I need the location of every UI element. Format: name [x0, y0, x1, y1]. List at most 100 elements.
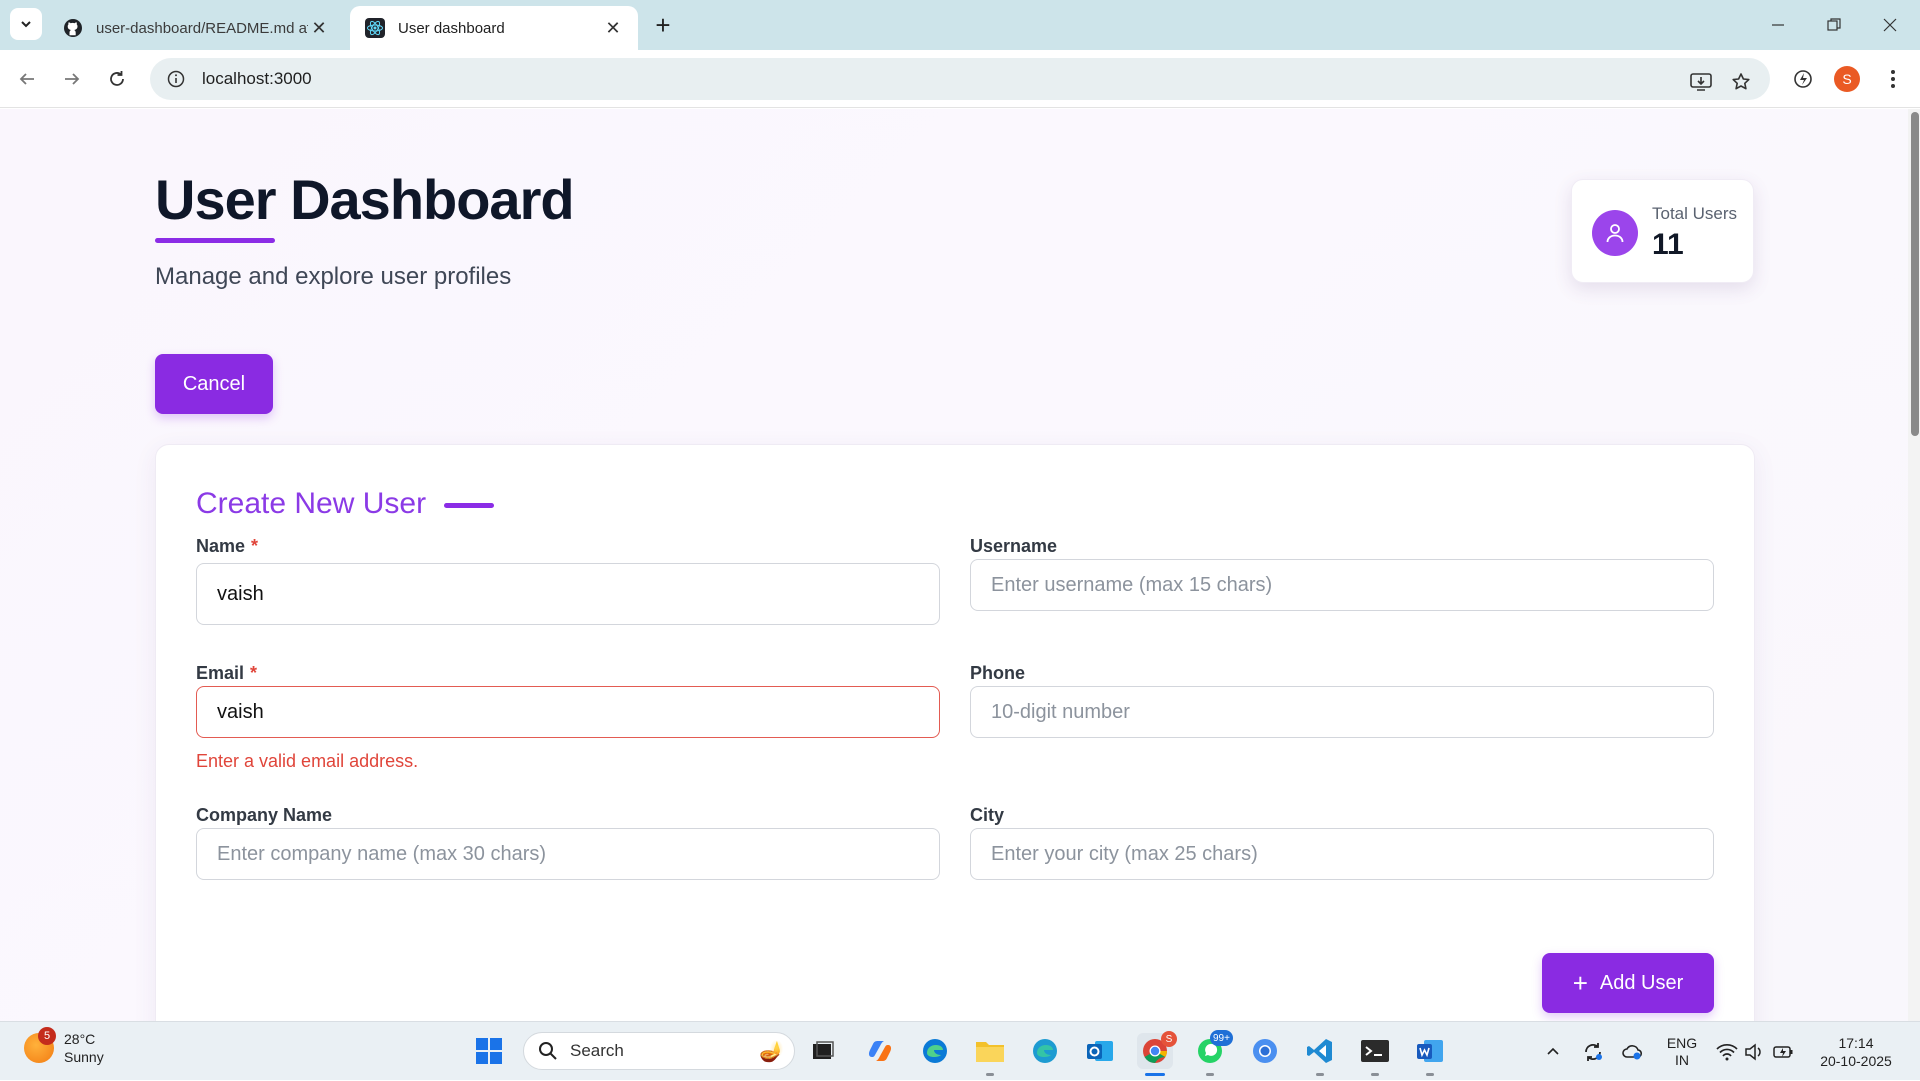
clock-time: 17:14: [1838, 1034, 1874, 1051]
active-indicator: [1145, 1073, 1165, 1076]
user-icon: [1592, 210, 1638, 256]
taskbar-search[interactable]: Search 🪔: [523, 1032, 795, 1070]
install-app-icon[interactable]: [1686, 67, 1716, 97]
battery-charging-icon: [1773, 1045, 1793, 1058]
page-content: User Dashboard Manage and explore user p…: [0, 109, 1908, 1021]
close-icon: [1883, 18, 1897, 32]
browser-tab-bar: user-dashboard/README.md at ✕ User dashb…: [0, 0, 1920, 50]
whatsapp-badge: 99+: [1210, 1030, 1233, 1046]
form-title: Create New User: [196, 487, 427, 520]
arrow-left-icon: [19, 73, 34, 85]
word-icon: [1417, 1040, 1443, 1062]
site-info-icon[interactable]: [166, 69, 186, 89]
required-marker: *: [250, 663, 258, 683]
window-close-button[interactable]: [1862, 0, 1918, 50]
new-tab-button[interactable]: +: [648, 10, 678, 40]
chrome-button[interactable]: S: [1137, 1031, 1177, 1069]
page-title: User Dashboard: [155, 168, 575, 231]
restore-button[interactable]: [1806, 0, 1862, 50]
name-label-text: Name: [196, 536, 246, 556]
tab-search-button[interactable]: [10, 8, 42, 40]
minimize-button[interactable]: [1750, 0, 1806, 50]
create-user-form: Create New User Name* Username Email* En…: [155, 444, 1755, 1021]
email-input[interactable]: [196, 686, 940, 738]
close-icon[interactable]: ✕: [308, 17, 330, 39]
network-settings-tray-icon[interactable]: [1618, 1022, 1648, 1081]
company-label: Company Name: [196, 805, 333, 825]
copilot-button[interactable]: [862, 1033, 898, 1069]
address-bar[interactable]: localhost:3000: [150, 58, 1770, 100]
github-icon: [62, 17, 84, 39]
whatsapp-button[interactable]: 99+: [1192, 1030, 1233, 1069]
show-hidden-icons[interactable]: [1538, 1022, 1568, 1081]
tab-readme[interactable]: user-dashboard/README.md at ✕: [48, 6, 344, 50]
file-explorer-button[interactable]: [972, 1033, 1008, 1069]
email-label-text: Email: [196, 663, 245, 683]
start-button[interactable]: [471, 1033, 507, 1069]
diwali-lamp-icon: 🪔: [759, 1040, 784, 1063]
name-input[interactable]: [196, 563, 940, 625]
stat-value: 11: [1652, 228, 1684, 261]
task-view-button[interactable]: [805, 1033, 841, 1069]
copilot-icon: [868, 1041, 892, 1061]
forward-button[interactable]: [55, 62, 89, 96]
scrollbar-thumb[interactable]: [1911, 112, 1919, 436]
tab-title: user-dashboard/README.md at: [96, 19, 308, 37]
form-title-accent: [444, 503, 494, 508]
vscode-icon: [1307, 1039, 1332, 1063]
wifi-tray-icon[interactable]: [1712, 1022, 1742, 1081]
phone-label: Phone: [970, 663, 1026, 683]
running-indicator: [986, 1073, 994, 1076]
restore-icon: [1827, 18, 1841, 31]
search-icon: [539, 1042, 557, 1060]
volume-tray-icon[interactable]: [1740, 1022, 1768, 1081]
reload-icon: [110, 71, 124, 86]
running-indicator: [1206, 1073, 1214, 1076]
windows-icon: [476, 1038, 502, 1064]
outlook-button[interactable]: [1082, 1033, 1118, 1069]
email-error-message: Enter a valid email address.: [196, 751, 419, 771]
title-underline: [155, 238, 275, 243]
company-input[interactable]: [196, 828, 940, 880]
email-label: Email *: [196, 663, 257, 684]
chromium-button[interactable]: [1247, 1033, 1283, 1069]
terminal-button[interactable]: [1357, 1033, 1393, 1069]
weather-temp: 28°C: [64, 1031, 96, 1047]
edge-beta-button[interactable]: [1027, 1033, 1063, 1069]
chevron-up-icon: [1547, 1047, 1559, 1055]
username-label: Username: [970, 536, 1058, 556]
profile-button[interactable]: S: [1830, 62, 1864, 96]
reload-button[interactable]: [100, 62, 134, 96]
language-indicator[interactable]: ENG IN: [1664, 1022, 1700, 1081]
sync-tray-icon[interactable]: [1578, 1022, 1608, 1081]
running-indicator: [1426, 1073, 1434, 1076]
cancel-button[interactable]: Cancel: [155, 354, 273, 414]
vscode-button[interactable]: [1302, 1033, 1338, 1069]
weather-badge: 5: [38, 1027, 56, 1045]
folder-icon: [976, 1042, 1004, 1062]
chromium-icon: [1253, 1039, 1277, 1063]
wifi-icon: [1716, 1043, 1738, 1060]
task-view-icon: [813, 1041, 834, 1059]
extensions-button[interactable]: [1786, 62, 1820, 96]
city-input[interactable]: [970, 828, 1714, 880]
phone-input[interactable]: [970, 686, 1714, 738]
clock-date: 20-10-2025: [1820, 1052, 1892, 1069]
battery-tray-icon[interactable]: [1768, 1022, 1798, 1081]
edge-button[interactable]: [917, 1033, 953, 1069]
add-user-button[interactable]: + Add User: [1542, 953, 1714, 1013]
close-icon[interactable]: ✕: [602, 17, 624, 39]
required-marker: *: [251, 536, 259, 556]
clock[interactable]: 17:14 20-10-2025: [1812, 1022, 1900, 1081]
weather-widget[interactable]: 5 28°C Sunny: [24, 1027, 104, 1066]
tab-user-dashboard[interactable]: User dashboard ✕: [350, 6, 638, 50]
browser-menu-button[interactable]: [1876, 62, 1910, 96]
weather-desc: Sunny: [64, 1049, 104, 1065]
back-button[interactable]: [10, 62, 44, 96]
sun-icon: 5: [24, 1027, 56, 1063]
username-input[interactable]: [970, 559, 1714, 611]
cloud-gear-icon: [1622, 1044, 1643, 1059]
add-user-label: Add User: [1599, 971, 1684, 994]
bookmark-star-icon[interactable]: [1726, 67, 1756, 97]
word-button[interactable]: [1412, 1033, 1448, 1069]
